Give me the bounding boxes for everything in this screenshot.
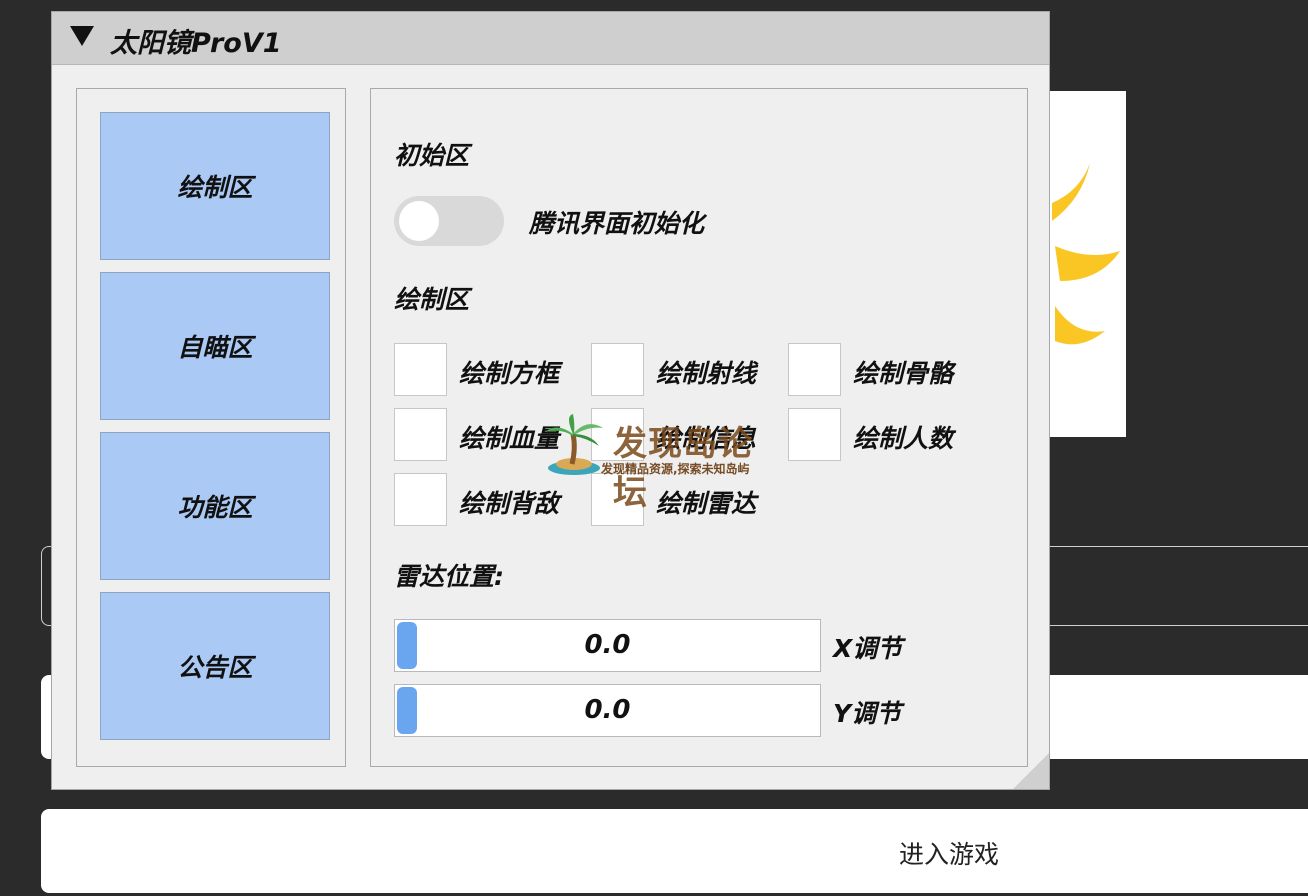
checkbox-label: 绘制射线: [656, 359, 757, 388]
checkbox-label: 绘制人数: [853, 424, 954, 453]
nav-button-function[interactable]: 功能区: [100, 432, 330, 580]
content-panel: 初始区 腾讯界面初始化 绘制区 绘制方框 绘制射线 绘制骨骼 绘制血量 绘制信息…: [370, 88, 1028, 767]
slider-value: 0.0: [584, 695, 631, 725]
checkbox-draw-box[interactable]: [394, 343, 447, 396]
checkbox-label: 绘制雷达: [656, 489, 757, 518]
checkbox-draw-info[interactable]: [591, 408, 644, 461]
nav-button-notice[interactable]: 公告区: [100, 592, 330, 740]
resize-grip-icon[interactable]: [1013, 753, 1049, 789]
nav-button-label: 公告区: [177, 653, 253, 682]
tencent-init-toggle[interactable]: [394, 196, 504, 246]
nav-button-label: 绘制区: [177, 173, 253, 202]
checkbox-draw-behind-enemy[interactable]: [394, 473, 447, 526]
window-title-bar[interactable]: 太阳镜ProV1: [52, 12, 1049, 65]
radar-section-title: 雷达位置:: [394, 562, 504, 591]
draw-section-title: 绘制区: [394, 285, 470, 314]
init-section-title: 初始区: [394, 141, 470, 170]
nav-button-aim[interactable]: 自瞄区: [100, 272, 330, 420]
enter-game-label: 进入游戏: [899, 840, 1000, 869]
checkbox-label: 绘制背敌: [459, 489, 560, 518]
nav-button-label: 功能区: [177, 493, 253, 522]
checkbox-draw-health[interactable]: [394, 408, 447, 461]
nav-button-label: 自瞄区: [177, 333, 253, 362]
toggle-knob: [399, 201, 439, 241]
collapse-arrow-icon[interactable]: [70, 26, 94, 46]
nav-button-draw[interactable]: 绘制区: [100, 112, 330, 260]
slider-value: 0.0: [584, 630, 631, 660]
enter-game-button[interactable]: 进入游戏: [41, 809, 1308, 893]
checkbox-label: 绘制血量: [459, 424, 560, 453]
checkbox-draw-count[interactable]: [788, 408, 841, 461]
slider-radar-x[interactable]: 0.0: [394, 619, 821, 672]
checkbox-draw-radar[interactable]: [591, 473, 644, 526]
checkbox-label: 绘制信息: [656, 424, 757, 453]
checkbox-draw-line[interactable]: [591, 343, 644, 396]
checkbox-draw-skeleton[interactable]: [788, 343, 841, 396]
window-title: 太阳镜ProV1: [110, 28, 282, 59]
nav-panel: 绘制区 自瞄区 功能区 公告区: [76, 88, 346, 767]
checkbox-label: 绘制骨骼: [853, 359, 954, 388]
slider-radar-y[interactable]: 0.0: [394, 684, 821, 737]
checkbox-label: 绘制方框: [459, 359, 560, 388]
toggle-label: 腾讯界面初始化: [529, 209, 705, 238]
menu-window[interactable]: 太阳镜ProV1 绘制区 自瞄区 功能区 公告区 初始区 腾讯界面初始化 绘制区…: [51, 11, 1050, 790]
slider-label: X调节: [833, 634, 903, 663]
slider-label: Y调节: [833, 699, 902, 728]
